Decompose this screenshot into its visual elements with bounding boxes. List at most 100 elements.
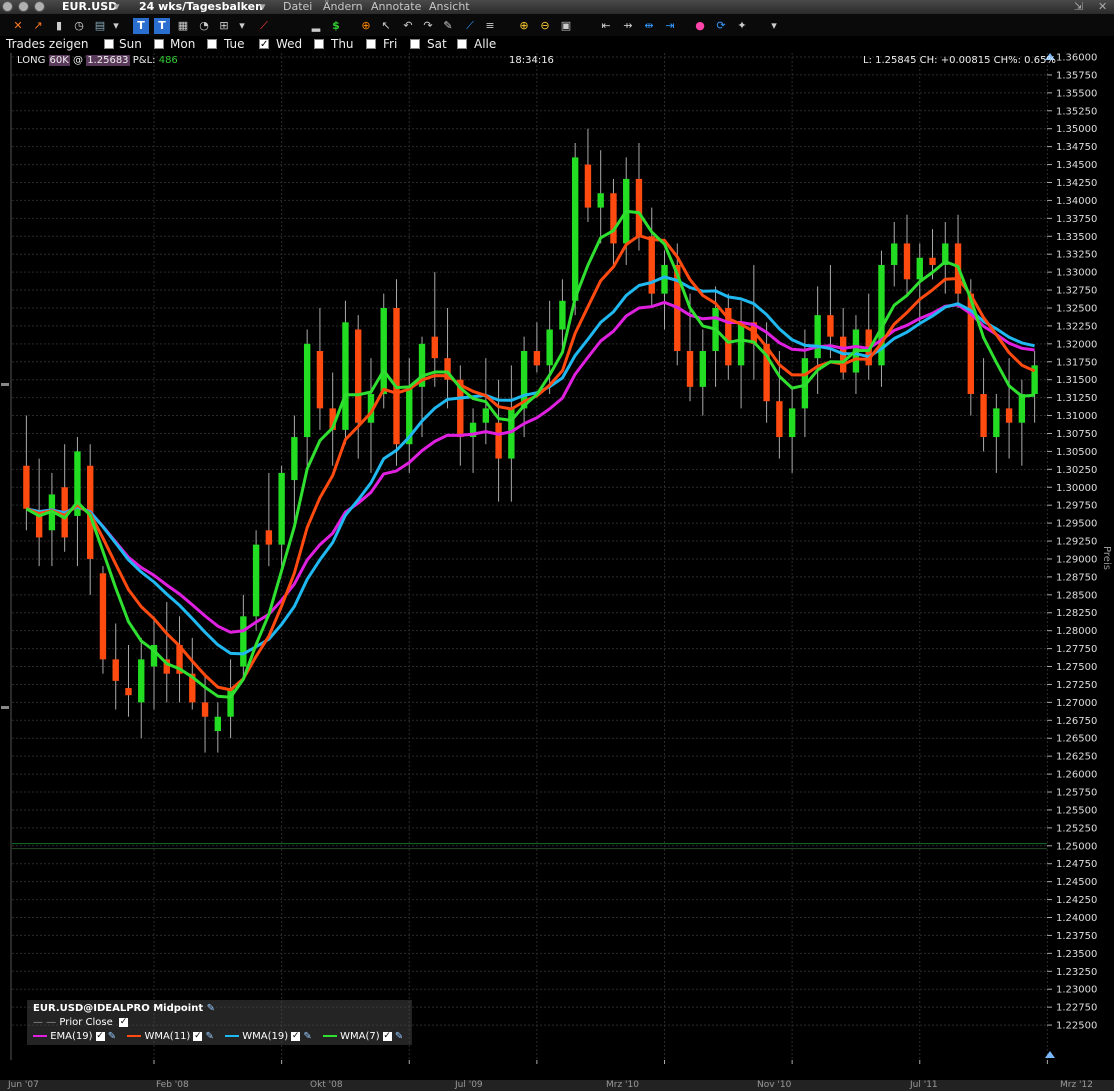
y-tick-label: 1.26000: [1056, 770, 1097, 781]
y-tick-label: 1.30000: [1056, 483, 1097, 494]
y-tick-label: 1.24500: [1056, 877, 1097, 888]
y-tick-label: 1.30250: [1056, 465, 1097, 476]
overview-scrollbar[interactable]: Jun '07 Feb '08 Okt '08 Jul '09 Mrz '10 Nov '…: [0, 1080, 1114, 1091]
wrench-icon[interactable]: ✎: [392, 1031, 403, 1042]
candle-up: [814, 315, 821, 359]
y-tick-label: 1.27750: [1056, 644, 1097, 655]
y-tick-label: 1.34500: [1056, 160, 1097, 171]
candle-down: [495, 422, 502, 459]
y-tick-label: 1.25000: [1056, 841, 1097, 852]
candle-down: [265, 530, 273, 545]
candle-up: [138, 659, 145, 703]
x-tick-label: Mrz 21: [773, 1062, 810, 1064]
y-tick-label: 1.34750: [1056, 142, 1097, 153]
candle-down: [125, 688, 132, 696]
wma19-swatch: [225, 1035, 240, 1037]
candle-up: [380, 307, 387, 395]
candle-down: [316, 351, 324, 409]
y-tick-label: 1.35000: [1056, 124, 1097, 135]
y-tick-label: 1.36000: [1056, 53, 1097, 64]
y-tick-label: 1.32500: [1056, 303, 1097, 314]
overview-label: Jul '11: [910, 1080, 938, 1090]
y-tick-label: 1.23250: [1056, 967, 1097, 978]
y-tick-label: 1.28500: [1056, 590, 1097, 601]
y-tick-label: 1.34000: [1056, 196, 1097, 207]
y-tick-label: 1.35250: [1056, 106, 1097, 117]
legend-prior-close: — — Prior Close ✓: [33, 1017, 128, 1029]
wma11-label: WMA(11): [144, 1031, 191, 1042]
y-tick-label: 1.30750: [1056, 429, 1097, 440]
candle-down: [1005, 408, 1013, 423]
y-tick-label: 1.22500: [1056, 1021, 1097, 1032]
candle-down: [431, 336, 438, 359]
position-size: 60K: [48, 55, 70, 66]
wrench-icon[interactable]: ✎: [105, 1031, 116, 1042]
ema19-label: EMA(19): [50, 1031, 93, 1042]
wrench-icon[interactable]: ✎: [207, 1003, 215, 1014]
y-tick-label: 1.24000: [1056, 913, 1097, 924]
wrench-icon[interactable]: ✎: [202, 1031, 214, 1042]
candle-down: [201, 702, 209, 717]
prior-close-checkbox[interactable]: ✓: [118, 1017, 128, 1027]
y-tick-label: 1.29750: [1056, 501, 1097, 512]
y-tick-label: 1.33250: [1056, 250, 1097, 261]
y-tick-label: 1.27000: [1056, 698, 1097, 709]
wrench-icon[interactable]: ✎: [300, 1031, 311, 1042]
y-tick-label: 1.33750: [1056, 214, 1097, 225]
y-tick-label: 1.22750: [1056, 1003, 1097, 1014]
y-tick-label: 1.27500: [1056, 662, 1097, 673]
wma19-checkbox[interactable]: ✓: [291, 1031, 301, 1041]
candle-down: [610, 193, 617, 244]
candle-up: [240, 616, 247, 667]
y-tick-label: 1.31750: [1056, 357, 1097, 368]
candle-up: [482, 408, 490, 423]
candle-down: [99, 573, 107, 660]
candle-down: [980, 394, 987, 438]
y-tick-label: 1.26500: [1056, 734, 1097, 745]
candle-up: [737, 322, 745, 366]
wma7-checkbox[interactable]: ✓: [382, 1031, 392, 1041]
resize-handle-icon[interactable]: [1, 706, 9, 709]
candle-down: [355, 329, 362, 423]
y-tick-label: 1.31250: [1056, 393, 1097, 404]
x-tick-label: Mrz 7: [649, 1062, 679, 1064]
resize-handle-icon[interactable]: [1, 383, 9, 386]
candle-down: [903, 243, 911, 280]
quote-summary: L: 1.25845 CH: +0.00815 CH%: 0.65%: [863, 55, 1056, 66]
y-tick-label: 1.35500: [1056, 88, 1097, 99]
candle-up: [891, 243, 898, 265]
pnl-value: 486: [158, 55, 178, 66]
y-tick-label: 1.32750: [1056, 286, 1097, 297]
ema19-swatch: [33, 1035, 47, 1037]
x-tick-label: Feb 22: [518, 1062, 555, 1064]
y-tick-label: 1.26250: [1056, 752, 1097, 763]
x-tick-label: Feb 8: [394, 1062, 424, 1064]
wma11-checkbox[interactable]: ✓: [193, 1031, 203, 1041]
y-tick-label: 1.24250: [1056, 895, 1097, 906]
candle-down: [23, 465, 30, 509]
prior-close-label: Prior Close: [59, 1017, 113, 1028]
y-tick-label: 1.23000: [1056, 985, 1097, 996]
candle-down: [827, 315, 834, 337]
clock-time: 18:34:16: [509, 55, 554, 66]
candle-up: [291, 437, 298, 481]
candle-down: [635, 178, 643, 237]
candle-down: [648, 236, 655, 294]
price-chart[interactable]: 1.36000 1.35750 1.35500 1.35250 1.35000 1.347…: [0, 0, 1114, 1064]
ema19-checkbox[interactable]: ✓: [95, 1031, 105, 1041]
candle-up: [699, 351, 706, 387]
legend-title-text: EUR.USD@IDEALPRO Midpoint: [33, 1003, 204, 1014]
candle-up: [214, 716, 222, 732]
x-tick-label: Jan 11: [136, 1062, 171, 1064]
candle-up: [993, 408, 1000, 438]
wma7-swatch: [322, 1035, 337, 1037]
candle-up: [303, 343, 311, 438]
y-tick-label: 1.32000: [1056, 339, 1097, 350]
position-price: 1.25683: [86, 55, 130, 66]
y-tick-label: 1.31000: [1056, 411, 1097, 422]
candle-up: [546, 329, 553, 366]
wma11-swatch: [127, 1035, 142, 1037]
wma7-label: WMA(7): [340, 1031, 380, 1042]
y-tick-label: 1.34250: [1056, 178, 1097, 189]
overview-label: Okt '08: [310, 1080, 343, 1090]
